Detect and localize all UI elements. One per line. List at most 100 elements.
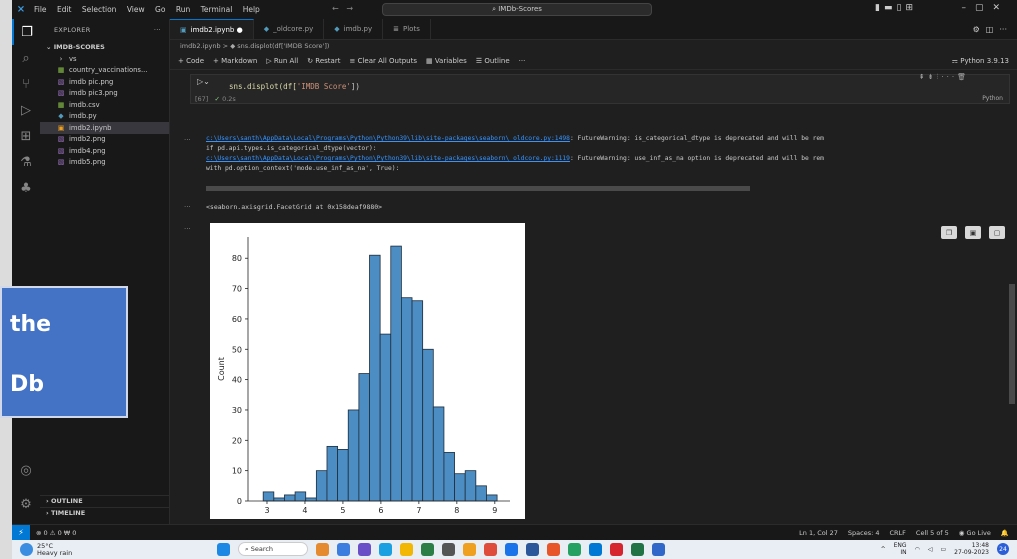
task-view-icon[interactable]	[337, 542, 350, 556]
variables-button[interactable]: ▦ Variables	[426, 57, 467, 65]
store-icon[interactable]	[505, 542, 518, 556]
app-icon[interactable]	[610, 542, 623, 556]
battery-icon[interactable]: ▭	[940, 546, 946, 553]
file-item[interactable]: ▧ imdb pic.png	[40, 76, 169, 88]
warning-link[interactable]: c:\Users\santh\AppData\Local\Programs\Py…	[206, 155, 570, 162]
run-all-button[interactable]: ▷ Run All	[266, 57, 298, 65]
breadcrumb[interactable]: imdb2.ipynb > ◆ sns.displot(df['IMDB Sco…	[170, 40, 1017, 52]
clear-outputs-button[interactable]: ≡ Clear All Outputs	[349, 57, 417, 65]
volume-icon[interactable]: ◁	[928, 546, 933, 553]
cursor-position[interactable]: Ln 1, Col 27	[799, 529, 838, 537]
code-cell[interactable]: ▷⌄ ⇞⇟⫶···🗑 sns.displot(df['IMDB Score'])…	[190, 73, 1010, 104]
edge-icon[interactable]	[379, 542, 392, 556]
notifications-bell-icon[interactable]: 🔔	[1001, 529, 1009, 537]
menu-edit[interactable]: Edit	[57, 5, 72, 14]
cell-position[interactable]: Cell 5 of 5	[916, 529, 949, 537]
file-item[interactable]: ▦ country_vaccinations...	[40, 65, 169, 77]
app-icon[interactable]	[547, 542, 560, 556]
toggle-panel-icon[interactable]: ▬	[884, 3, 897, 13]
go-live-button[interactable]: ◉ Go Live	[959, 529, 991, 537]
wifi-icon[interactable]: ◠	[915, 546, 920, 553]
file-item[interactable]: ▧ imdb2.png	[40, 134, 169, 146]
run-below-icon[interactable]: ⇟	[928, 73, 937, 81]
manage-gear-icon[interactable]: ⚙	[12, 491, 40, 517]
app-icon[interactable]	[484, 542, 497, 556]
file-item[interactable]: ▧ imdb4.png	[40, 145, 169, 157]
chevron-up-icon[interactable]: ^	[881, 546, 886, 553]
output-more-icon[interactable]: ···	[184, 225, 191, 233]
line-endings[interactable]: CRLF	[889, 529, 905, 537]
file-item[interactable]: ▧ imdb5.png	[40, 157, 169, 169]
source-control-icon[interactable]: ⑂	[12, 71, 40, 97]
account-icon[interactable]: ◎	[12, 457, 40, 483]
windows-start-icon[interactable]	[217, 542, 230, 556]
more-actions-icon[interactable]: ···	[999, 25, 1007, 34]
outline-button[interactable]: ☰ Outline	[476, 57, 510, 65]
minimize-icon[interactable]: –	[961, 3, 975, 13]
run-cell-icon[interactable]: ▷⌄	[197, 77, 210, 86]
python-env-icon[interactable]: ♣	[12, 175, 40, 201]
word-icon[interactable]	[526, 542, 539, 556]
cell-source[interactable]: sns.displot(df['IMDB Score'])	[229, 82, 360, 91]
pycharm-icon[interactable]	[421, 542, 434, 556]
tab-oldcore-py[interactable]: ◆ _oldcore.py	[254, 19, 325, 39]
menu-terminal[interactable]: Terminal	[201, 5, 233, 14]
file-item[interactable]: › vs	[40, 53, 169, 65]
extensions-icon[interactable]: ⊞	[12, 123, 40, 149]
cell-more-icon[interactable]: ···	[941, 73, 957, 81]
tab-plots[interactable]: ≣ Plots	[383, 19, 431, 39]
app-icon[interactable]	[442, 542, 455, 556]
restart-button[interactable]: ↻ Restart	[307, 57, 340, 65]
search-view-icon[interactable]: ⌕	[12, 45, 40, 71]
menu-view[interactable]: View	[127, 5, 145, 14]
add-code-button[interactable]: + Code	[178, 57, 204, 65]
chat-icon[interactable]	[358, 542, 371, 556]
problems-status[interactable]: ⊗ 0 ⚠ 0 ₩ 0	[36, 529, 76, 537]
menu-help[interactable]: Help	[243, 5, 260, 14]
chrome-icon[interactable]	[463, 542, 476, 556]
run-debug-icon[interactable]: ▷	[12, 97, 40, 123]
add-markdown-button[interactable]: + Markdown	[213, 57, 257, 65]
excel-icon[interactable]	[631, 542, 644, 556]
output-more-icon[interactable]: ···	[184, 136, 191, 144]
menu-run[interactable]: Run	[176, 5, 190, 14]
close-icon[interactable]: ✕	[992, 3, 1009, 13]
delete-cell-icon[interactable]: 🗑	[957, 73, 969, 81]
menu-selection[interactable]: Selection	[82, 5, 117, 14]
app-icon[interactable]	[568, 542, 581, 556]
explorer-icon[interactable]: ❐	[12, 19, 40, 45]
file-item[interactable]: ▣ imdb2.ipynb	[40, 122, 169, 134]
file-item[interactable]: ◆ imdb.py	[40, 111, 169, 123]
remote-icon[interactable]: ⚡	[12, 524, 30, 540]
split-editor-icon[interactable]: ◫	[986, 25, 994, 34]
clock[interactable]: 13:48 27-09-2023	[954, 542, 989, 556]
vscode-taskbar-icon[interactable]	[589, 542, 602, 556]
menu-file[interactable]: File	[34, 5, 47, 14]
kernel-picker[interactable]: ⚎ Python 3.9.13	[952, 57, 1009, 65]
indentation[interactable]: Spaces: 4	[848, 529, 880, 537]
command-center-search[interactable]: ⌕ IMDb-Scores	[382, 3, 652, 16]
output-more-icon[interactable]: ···	[184, 203, 191, 211]
file-item[interactable]: ▧ imdb pic3.png	[40, 88, 169, 100]
more-actions-icon[interactable]: ···	[154, 26, 161, 34]
workspace-folder[interactable]: ⌄ IMDB-SCORES	[40, 41, 169, 53]
file-explorer-icon[interactable]	[400, 542, 413, 556]
maximize-icon[interactable]: ▢	[975, 3, 993, 13]
tab-imdb-py[interactable]: ◆ imdb.py	[324, 19, 384, 39]
widgets-icon[interactable]	[316, 542, 329, 556]
output-horizontal-scrollbar[interactable]	[206, 186, 750, 191]
taskbar-search[interactable]: ⌕ Search	[238, 542, 308, 556]
file-item[interactable]: ▦ imdb.csv	[40, 99, 169, 111]
editor-vertical-scrollbar[interactable]	[1009, 284, 1015, 404]
testing-icon[interactable]: ⚗	[12, 149, 40, 175]
outline-section[interactable]: › OUTLINE	[40, 495, 170, 506]
arrow-right-icon[interactable]: →	[346, 4, 353, 13]
more-toolbar-button[interactable]: ···	[519, 57, 526, 65]
settings-gear-icon[interactable]: ⚙	[973, 25, 980, 34]
run-above-icon[interactable]: ⇞	[919, 73, 928, 81]
toggle-sidebar-icon[interactable]: ▮	[875, 3, 884, 13]
app-icon[interactable]	[652, 542, 665, 556]
save-image-icon[interactable]: ▣	[965, 226, 981, 239]
menu-go[interactable]: Go	[155, 5, 165, 14]
cell-language[interactable]: Python	[982, 95, 1003, 102]
